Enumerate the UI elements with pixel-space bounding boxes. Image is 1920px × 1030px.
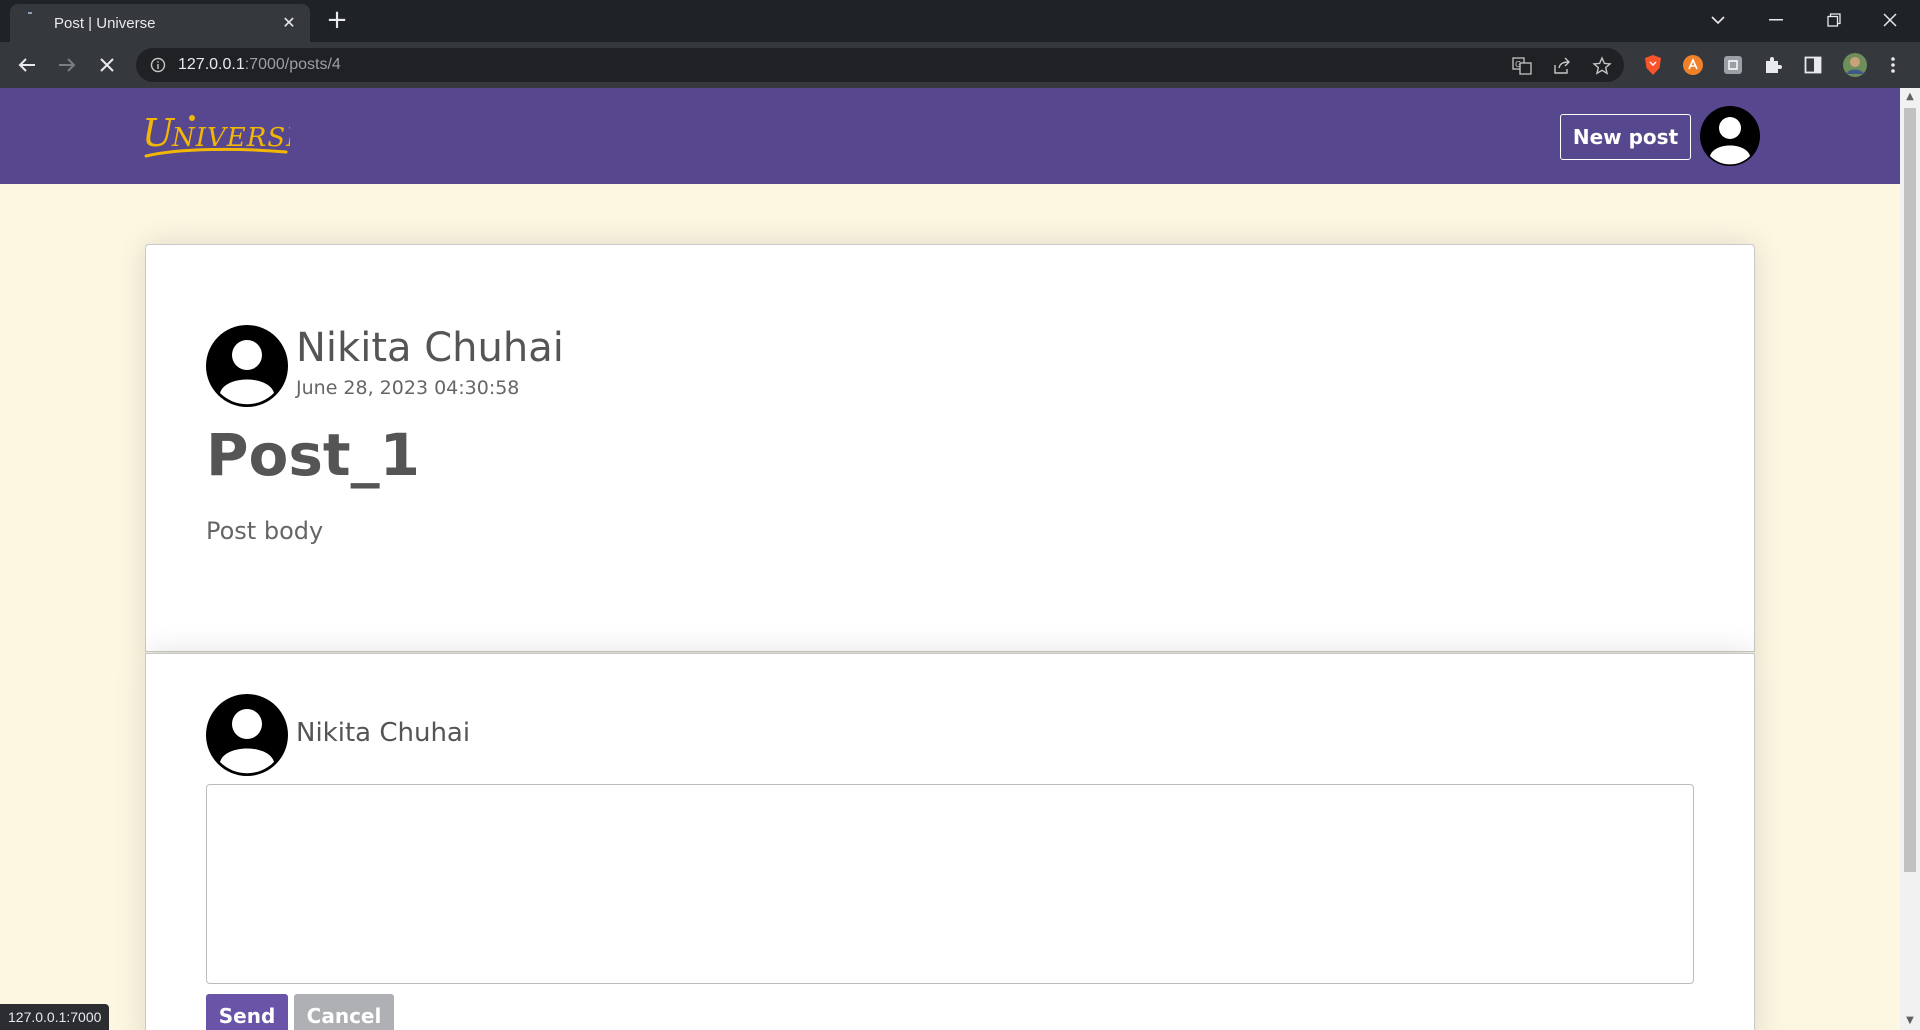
user-avatar-icon[interactable] — [1700, 106, 1760, 166]
puzzle-extensions-icon[interactable] — [1762, 54, 1784, 76]
browser-menu-icon[interactable] — [1882, 54, 1904, 76]
site-header: U NIVERSE New post — [0, 88, 1900, 184]
profile-avatar-icon[interactable] — [1842, 52, 1868, 78]
close-window-icon[interactable] — [1870, 6, 1910, 34]
extension-app-icon[interactable] — [1722, 54, 1744, 76]
tab-close-icon[interactable]: ✕ — [280, 14, 298, 32]
browser-tab[interactable]: Post | Universe ✕ — [10, 4, 310, 42]
tab-search-chevron-icon[interactable] — [1698, 6, 1738, 34]
link-status-bubble: 127.0.0.1:7000 — [0, 1004, 110, 1030]
url-text: 127.0.0.1:7000/posts/4 — [178, 56, 341, 73]
comment-textarea[interactable] — [206, 784, 1694, 984]
minimize-icon[interactable] — [1756, 6, 1796, 34]
brave-shield-icon[interactable] — [1642, 54, 1664, 76]
share-icon[interactable] — [1552, 56, 1572, 76]
back-arrow-icon[interactable] — [12, 50, 42, 80]
author-avatar-icon[interactable] — [206, 325, 288, 407]
post-body: Post body — [206, 517, 324, 545]
cancel-button[interactable]: Cancel — [294, 994, 394, 1030]
new-post-button[interactable]: New post — [1560, 114, 1691, 160]
browser-tab-strip: Post | Universe ✕ + — [0, 0, 1920, 42]
commenter-avatar-icon — [206, 694, 288, 776]
scroll-up-arrow-icon[interactable]: ▲ — [1905, 92, 1915, 102]
svg-text:U: U — [142, 111, 176, 155]
stop-loading-icon[interactable] — [92, 50, 122, 80]
bookmark-star-icon[interactable] — [1592, 56, 1612, 76]
post-title: Post_1 — [206, 421, 420, 489]
comment-form-card: Nikita Chuhai Send Cancel — [145, 653, 1755, 1030]
commenter-name: Nikita Chuhai — [296, 718, 471, 748]
translate-icon[interactable]: G — [1512, 56, 1532, 76]
site-info-icon[interactable] — [150, 57, 166, 73]
scrollbar-thumb[interactable] — [1904, 108, 1916, 872]
page-scrollbar[interactable]: ▲ ▼ — [1900, 88, 1920, 1030]
address-bar[interactable]: 127.0.0.1:7000/posts/4 G — [136, 48, 1624, 82]
forward-arrow-icon[interactable] — [52, 50, 82, 80]
restore-icon[interactable] — [1814, 6, 1854, 34]
tab-title: Post | Universe — [54, 15, 156, 32]
send-button[interactable]: Send — [206, 994, 288, 1030]
post-card: Nikita Chuhai June 28, 2023 04:30:58 Pos… — [145, 244, 1755, 652]
scroll-down-arrow-icon[interactable]: ▼ — [1905, 1016, 1915, 1026]
rewards-icon[interactable] — [1682, 54, 1704, 76]
tab-favicon-icon — [28, 12, 32, 14]
universe-logo[interactable]: U NIVERSE — [140, 108, 305, 164]
side-panel-icon[interactable] — [1802, 54, 1824, 76]
svg-text:G: G — [1515, 60, 1521, 69]
browser-toolbar: 127.0.0.1:7000/posts/4 G — [0, 42, 1920, 88]
new-tab-button[interactable]: + — [324, 7, 350, 34]
post-date: June 28, 2023 04:30:58 — [296, 377, 520, 399]
post-author-name[interactable]: Nikita Chuhai — [296, 325, 564, 371]
